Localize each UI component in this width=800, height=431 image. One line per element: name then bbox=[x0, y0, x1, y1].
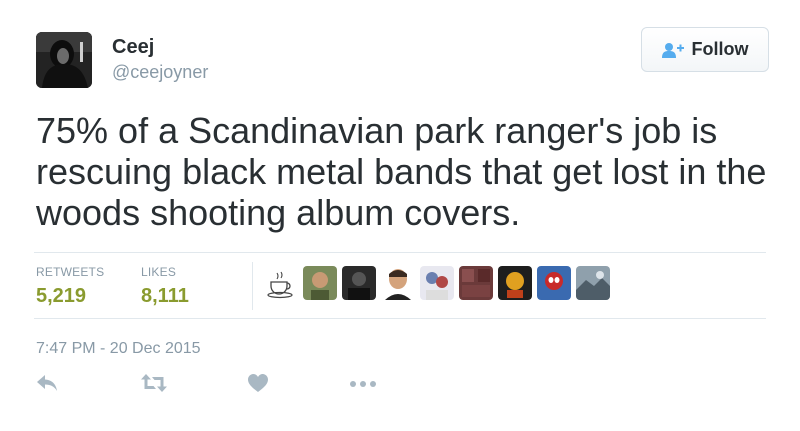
avatar[interactable] bbox=[36, 32, 92, 88]
add-user-icon bbox=[661, 42, 684, 58]
user-handle[interactable]: @ceejoyner bbox=[112, 62, 208, 83]
liker-avatar[interactable] bbox=[498, 266, 532, 300]
divider bbox=[34, 252, 766, 253]
reply-icon[interactable] bbox=[36, 373, 58, 393]
retweets-label: RETWEETS bbox=[36, 265, 105, 279]
liker-avatar[interactable] bbox=[342, 266, 376, 300]
retweets-count[interactable]: 5,219 bbox=[36, 285, 86, 308]
follow-button[interactable]: Follow bbox=[641, 27, 769, 72]
liker-avatar[interactable] bbox=[537, 266, 571, 300]
likes-count[interactable]: 8,111 bbox=[141, 285, 189, 308]
liker-avatar[interactable] bbox=[420, 266, 454, 300]
stats-separator bbox=[252, 262, 253, 310]
display-name[interactable]: Ceej bbox=[112, 36, 154, 59]
liker-avatar[interactable] bbox=[381, 266, 415, 300]
follow-button-label: Follow bbox=[691, 39, 749, 59]
retweet-icon[interactable] bbox=[140, 373, 168, 393]
likes-label: LIKES bbox=[141, 265, 177, 279]
divider bbox=[34, 318, 766, 319]
liker-avatar[interactable] bbox=[264, 266, 298, 300]
liker-avatar[interactable] bbox=[576, 266, 610, 300]
liker-avatar[interactable] bbox=[303, 266, 337, 300]
liker-avatar[interactable] bbox=[459, 266, 493, 300]
heart-icon[interactable] bbox=[247, 373, 269, 393]
likers-avatars bbox=[264, 266, 610, 300]
more-dots-icon[interactable] bbox=[349, 380, 377, 388]
tweet-timestamp[interactable]: 7:47 PM - 20 Dec 2015 bbox=[36, 340, 201, 358]
tweet-text: 75% of a Scandinavian park ranger's job … bbox=[36, 110, 767, 233]
